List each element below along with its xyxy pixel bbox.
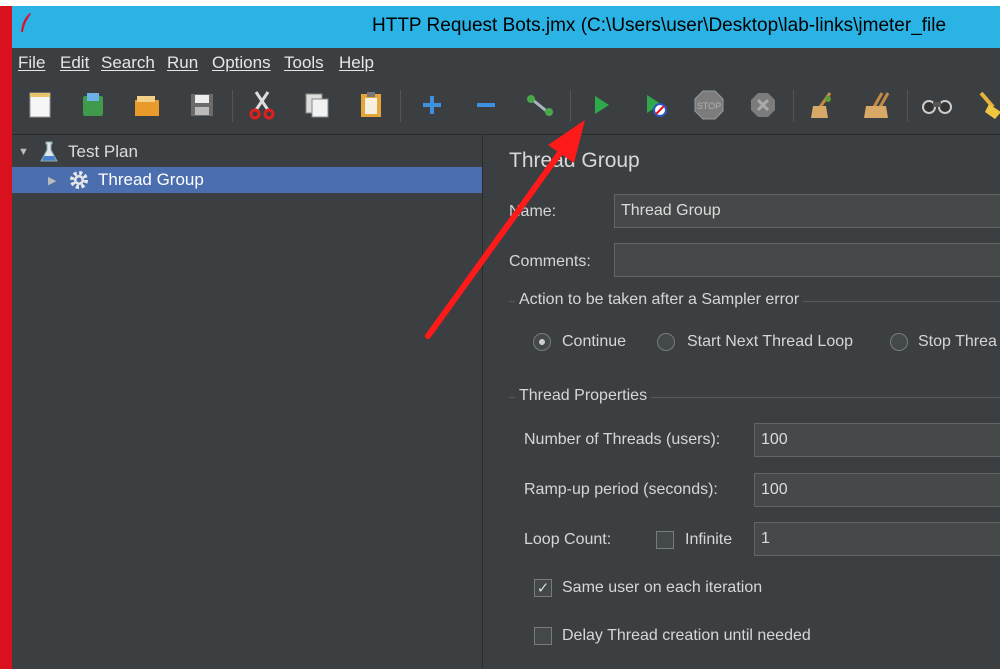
- menu-file[interactable]: File: [18, 53, 45, 73]
- menu-search[interactable]: Search: [101, 53, 155, 73]
- comments-label: Comments:: [509, 253, 591, 270]
- toolbar-separator: [400, 90, 401, 122]
- gear-icon: [68, 169, 90, 191]
- split-pane-divider[interactable]: [482, 135, 496, 669]
- jmeter-feather-icon: [21, 13, 31, 32]
- shutdown-icon[interactable]: [746, 88, 780, 122]
- loop-count-field[interactable]: 1: [754, 522, 1000, 556]
- start-next-thread-loop-label[interactable]: Start Next Thread Loop: [687, 333, 853, 351]
- loop-count-label: Loop Count:: [524, 531, 612, 548]
- tree-item-test-plan[interactable]: ▼ Test Plan: [18, 139, 138, 165]
- toolbar-separator: [907, 90, 908, 122]
- stop-icon[interactable]: STOP: [692, 88, 726, 122]
- paste-icon[interactable]: [354, 88, 388, 122]
- tree-collapsed-icon[interactable]: ▶: [48, 174, 58, 187]
- collapse-icon[interactable]: [469, 88, 503, 122]
- infinite-checkbox[interactable]: [656, 531, 674, 549]
- tree-item-label: Thread Group: [98, 170, 204, 189]
- reset-search-icon[interactable]: [972, 88, 1000, 122]
- continue-radio[interactable]: [533, 333, 551, 351]
- flask-icon: [38, 141, 60, 163]
- same-user-checkbox[interactable]: ✓: [534, 579, 552, 597]
- threads-label: Number of Threads (users):: [524, 431, 721, 448]
- infinite-label[interactable]: Infinite: [685, 531, 732, 549]
- start-next-thread-loop-radio[interactable]: [657, 333, 675, 351]
- comments-field[interactable]: [614, 243, 1000, 277]
- expand-icon[interactable]: [415, 88, 449, 122]
- clear-icon[interactable]: [806, 88, 840, 122]
- menu-options[interactable]: Options: [212, 53, 271, 73]
- name-field[interactable]: Thread Group: [614, 194, 1000, 228]
- rampup-field[interactable]: 100: [754, 473, 1000, 507]
- tree-item-thread-group[interactable]: ▶ Thread Group: [12, 167, 482, 193]
- svg-text:STOP: STOP: [697, 101, 721, 111]
- templates-icon[interactable]: [76, 88, 110, 122]
- toolbar-separator: [793, 90, 794, 122]
- rampup-label: Ramp-up period (seconds):: [524, 481, 718, 498]
- search-icon[interactable]: [920, 88, 954, 122]
- thread-properties-group-title: Thread Properties: [515, 387, 652, 405]
- clear-all-icon[interactable]: [860, 88, 894, 122]
- menu-edit[interactable]: Edit: [60, 53, 89, 73]
- cut-icon[interactable]: [245, 88, 279, 122]
- tree-expanded-icon[interactable]: ▼: [18, 146, 29, 158]
- new-icon[interactable]: [23, 88, 57, 122]
- menu-tools[interactable]: Tools: [284, 53, 324, 73]
- panel-title: Thread Group: [509, 149, 640, 172]
- menu-run[interactable]: Run: [167, 53, 198, 73]
- stop-thread-label[interactable]: Stop Threa: [918, 333, 997, 351]
- delay-thread-checkbox[interactable]: [534, 627, 552, 645]
- toolbar: STOP: [12, 78, 1000, 135]
- toolbar-separator: [232, 90, 233, 122]
- toggle-icon[interactable]: [523, 88, 557, 122]
- toolbar-separator: [570, 90, 571, 122]
- tree-item-label: Test Plan: [68, 142, 138, 161]
- window-title: HTTP Request Bots.jmx (C:\Users\user\Des…: [372, 15, 947, 36]
- threads-field[interactable]: 100: [754, 423, 1000, 457]
- open-icon[interactable]: [130, 88, 164, 122]
- stop-thread-radio[interactable]: [890, 333, 908, 351]
- title-bar[interactable]: HTTP Request Bots.jmx (C:\Users\user\Des…: [12, 6, 1000, 48]
- jmeter-window: HTTP Request Bots.jmx (C:\Users\user\Des…: [12, 6, 1000, 669]
- menu-bar: File Edit Search Run Options Tools Help: [12, 48, 1000, 78]
- name-label: Name:: [509, 203, 557, 220]
- menu-help[interactable]: Help: [339, 53, 374, 73]
- thread-group-panel: Thread Group Name: Thread Group Comments…: [495, 135, 1000, 669]
- start-no-pauses-icon[interactable]: [638, 88, 672, 122]
- copy-icon[interactable]: [300, 88, 334, 122]
- delay-thread-label[interactable]: Delay Thread creation until needed: [562, 627, 811, 645]
- same-user-label[interactable]: Same user on each iteration: [562, 579, 762, 597]
- start-icon[interactable]: [584, 88, 618, 122]
- continue-label[interactable]: Continue: [562, 333, 626, 351]
- test-plan-tree: ▼ Test Plan ▶ Thread Group: [12, 135, 482, 669]
- save-icon[interactable]: [185, 88, 219, 122]
- sampler-error-group-title: Action to be taken after a Sampler error: [515, 291, 804, 309]
